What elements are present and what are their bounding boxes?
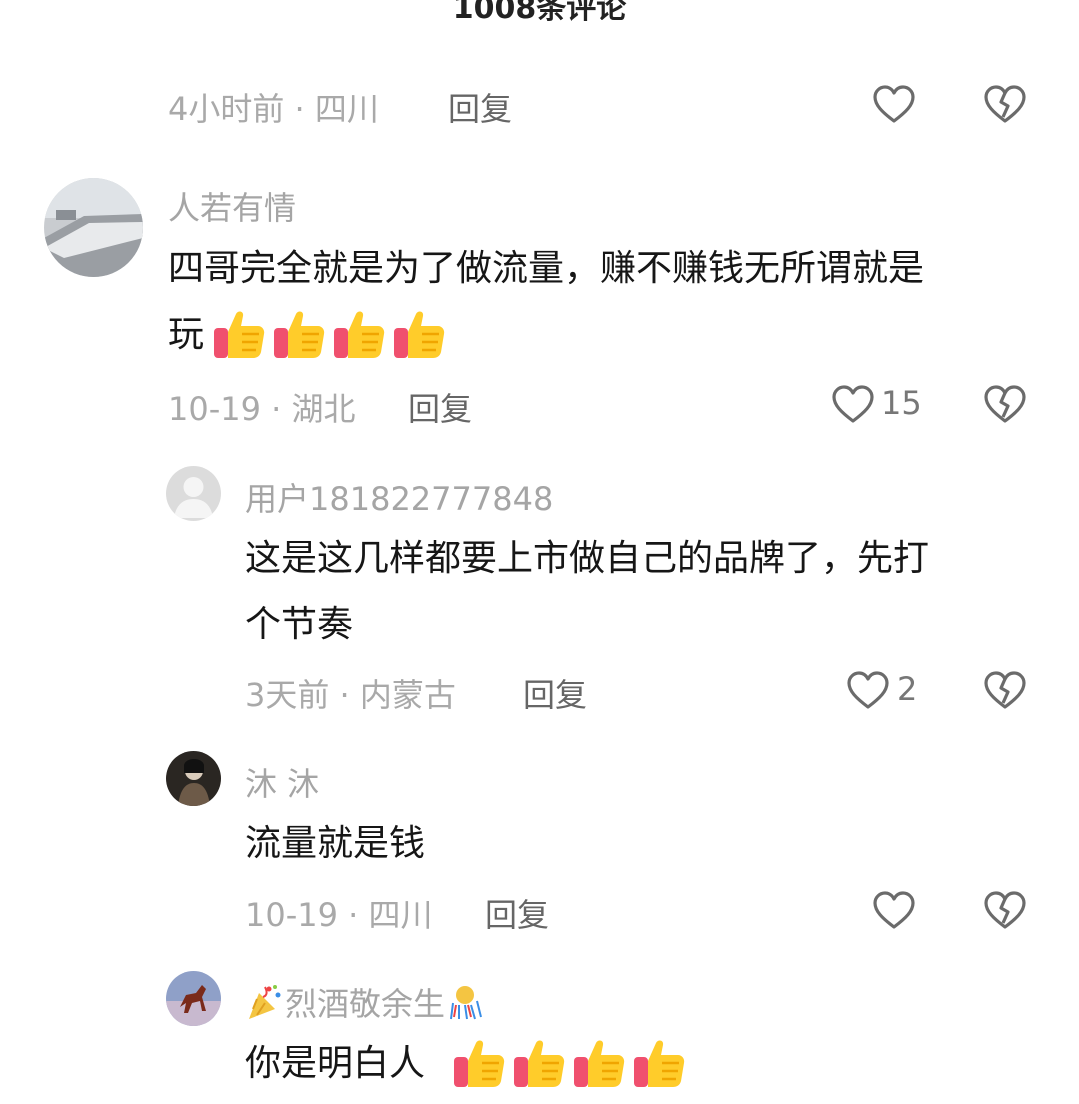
heart-outline-icon[interactable]: [846, 670, 890, 710]
username[interactable]: 沐 沐: [245, 759, 319, 805]
avatar[interactable]: [166, 971, 221, 1026]
confetti-ball-emoji: [445, 983, 485, 1029]
comment-meta: 3天前 · 内蒙古: [245, 676, 456, 714]
thumbs-up-emoji: [452, 1035, 508, 1095]
comment-text-line: 个节奏: [245, 604, 354, 645]
comment-count-title: 1008条评论: [452, 0, 627, 26]
reply-button[interactable]: 回复: [485, 890, 549, 936]
comment-text-line: 你是明白人: [245, 1043, 426, 1084]
heart-outline-icon[interactable]: [872, 890, 916, 930]
comment-text-line: 四哥完全就是为了做流量，赚不赚钱无所谓就是: [168, 248, 925, 289]
thumbs-up-emoji: [212, 306, 268, 366]
heart-outline-icon[interactable]: [872, 84, 916, 124]
heart-outline-icon[interactable]: [831, 384, 875, 424]
thumbs-up-emoji: [272, 306, 328, 366]
thumbs-up-emoji: [632, 1035, 688, 1095]
broken-heart-icon[interactable]: [983, 84, 1027, 124]
avatar[interactable]: [166, 466, 221, 521]
like-count: 15: [881, 384, 922, 422]
thumbs-up-emoji-row: [208, 306, 448, 366]
username[interactable]: 用户181822777848: [245, 474, 553, 520]
reply-button[interactable]: 回复: [408, 384, 472, 430]
username[interactable]: 人若有情: [168, 183, 296, 229]
comment-meta: 10-19 · 四川: [245, 896, 433, 934]
thumbs-up-emoji: [392, 306, 448, 366]
broken-heart-icon[interactable]: [983, 890, 1027, 930]
avatar[interactable]: [166, 751, 221, 806]
comment-text-line: 这是这几样都要上市做自己的品牌了，先打: [245, 538, 930, 579]
reply-button[interactable]: 回复: [523, 670, 587, 716]
comment-text-line: 流量就是钱: [245, 823, 426, 864]
thumbs-up-emoji: [572, 1035, 628, 1095]
broken-heart-icon[interactable]: [983, 670, 1027, 710]
avatar[interactable]: [44, 178, 143, 277]
like-count: 2: [897, 670, 918, 708]
thumbs-up-emoji: [332, 306, 388, 366]
thumbs-up-emoji-row: [448, 1035, 688, 1095]
comment-meta: 10-19 · 湖北: [168, 390, 356, 428]
username-row[interactable]: 烈酒敬余生: [245, 979, 485, 1029]
comment-meta: 4小时前 · 四川: [168, 90, 379, 128]
thumbs-up-emoji: [512, 1035, 568, 1095]
comment-text-line: 玩: [168, 314, 205, 355]
reply-button[interactable]: 回复: [448, 84, 512, 130]
party-popper-emoji: [245, 983, 285, 1029]
broken-heart-icon[interactable]: [983, 384, 1027, 424]
